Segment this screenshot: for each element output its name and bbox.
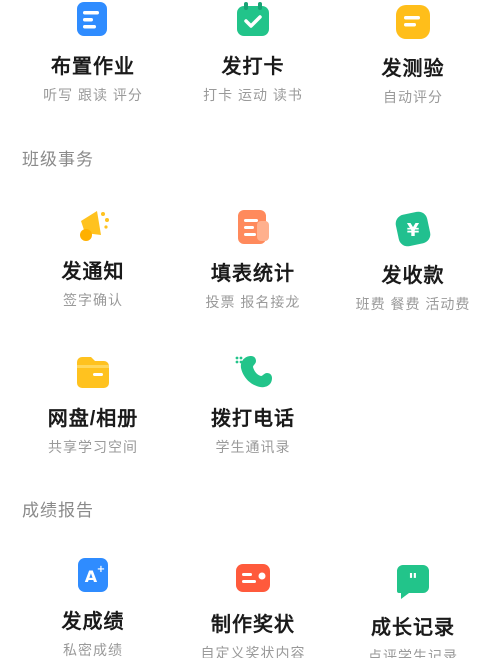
svg-text:": " <box>408 570 417 591</box>
tile-make-call[interactable]: 拨打电话 学生通讯录 <box>178 352 328 457</box>
tile-make-certificate[interactable]: 制作奖状 自定义奖状内容 <box>178 558 328 658</box>
tile-assign-homework[interactable]: 布置作业 听写 跟读 评分 <box>18 0 168 105</box>
tile-subtitle: 私密成绩 <box>63 642 123 658</box>
tile-form-stats[interactable]: 填表统计 投票 报名接龙 <box>178 207 328 312</box>
tile-send-grades[interactable]: A + 发成绩 私密成绩 <box>18 555 168 658</box>
form-sheet-icon <box>233 207 273 247</box>
certificate-icon <box>233 558 273 598</box>
tile-subtitle: 点评学生记录 <box>368 648 458 658</box>
assignment-doc-icon <box>73 0 113 40</box>
section-heading-class-affairs: 班级事务 <box>22 150 94 169</box>
tile-subtitle: 打卡 运动 读书 <box>203 87 303 103</box>
quiz-doc-icon <box>393 2 433 42</box>
tile-send-checkin[interactable]: 发打卡 打卡 运动 读书 <box>178 0 328 105</box>
quote-comment-icon: " <box>393 561 433 601</box>
tile-title: 拨打电话 <box>211 408 295 430</box>
tile-title: 网盘/相册 <box>47 408 139 430</box>
tile-title: 制作奖状 <box>211 614 295 636</box>
tile-subtitle: 学生通讯录 <box>215 439 291 455</box>
svg-text:¥: ¥ <box>407 220 420 241</box>
tile-collect-payment[interactable]: ¥ 发收款 班费 餐费 活动费 <box>338 209 488 314</box>
folder-icon <box>73 352 113 392</box>
yuan-payment-icon: ¥ <box>393 209 433 249</box>
tile-title: 填表统计 <box>211 263 295 285</box>
tile-title: 发收款 <box>381 265 445 287</box>
tile-title: 发打卡 <box>221 56 285 78</box>
tile-title: 成长记录 <box>371 617 455 639</box>
grade-a-plus-icon: A + <box>73 555 113 595</box>
tile-subtitle: 听写 跟读 评分 <box>43 87 143 103</box>
tile-subtitle: 投票 报名接龙 <box>205 294 301 310</box>
tile-subtitle: 自动评分 <box>383 89 443 105</box>
phone-icon <box>233 352 273 392</box>
tile-drive-album[interactable]: 网盘/相册 共享学习空间 <box>18 352 168 457</box>
tile-subtitle: 自定义奖状内容 <box>200 645 306 658</box>
section-heading-grade-report: 成绩报告 <box>22 501 94 520</box>
tile-subtitle: 班费 餐费 活动费 <box>355 296 471 312</box>
tile-subtitle: 签字确认 <box>63 292 123 308</box>
checkin-calendar-icon <box>233 0 273 40</box>
tile-growth-record[interactable]: " 成长记录 点评学生记录 <box>338 561 488 658</box>
tile-title: 发成绩 <box>61 611 125 633</box>
tile-send-quiz[interactable]: 发测验 自动评分 <box>338 2 488 107</box>
megaphone-icon <box>73 205 113 245</box>
tile-title: 发通知 <box>61 261 125 283</box>
tile-send-notice[interactable]: 发通知 签字确认 <box>18 205 168 310</box>
svg-text:+: + <box>97 564 105 575</box>
tile-title: 布置作业 <box>51 56 135 78</box>
tile-subtitle: 共享学习空间 <box>48 439 138 455</box>
tile-title: 发测验 <box>381 58 445 80</box>
